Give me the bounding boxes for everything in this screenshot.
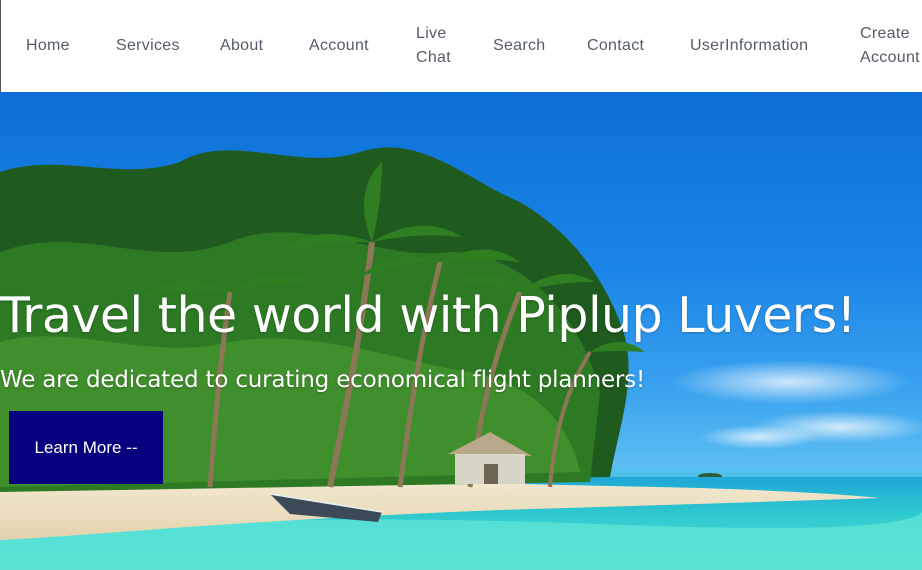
- nav-link-search[interactable]: Search: [493, 0, 546, 92]
- nav-link-live-chat[interactable]: Live Chat: [416, 0, 462, 92]
- top-navigation: Home Services About Account Live Chat Se…: [0, 0, 922, 92]
- nav-link-home[interactable]: Home: [26, 0, 70, 92]
- hero-section: Travel the world with Piplup Luvers! We …: [0, 92, 922, 570]
- hero-title: Travel the world with Piplup Luvers!: [0, 287, 856, 344]
- nav-link-account[interactable]: Account: [309, 0, 369, 92]
- nav-link-services[interactable]: Services: [116, 0, 180, 92]
- nav-link-create-account[interactable]: Create Account: [860, 0, 922, 92]
- learn-more-button[interactable]: Learn More --: [9, 411, 163, 484]
- nav-link-about[interactable]: About: [220, 0, 263, 92]
- nav-link-user-information[interactable]: UserInformation: [690, 0, 808, 92]
- nav-link-contact[interactable]: Contact: [587, 0, 644, 92]
- hero-subtitle: We are dedicated to curating economical …: [0, 367, 645, 393]
